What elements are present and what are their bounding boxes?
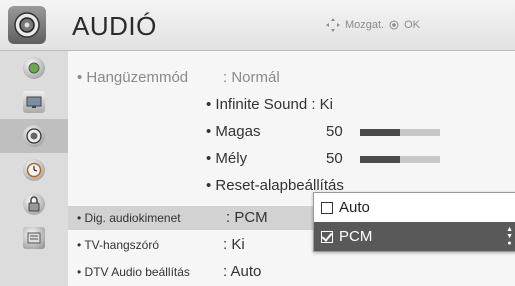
lock-icon <box>23 193 45 215</box>
ok-button-icon <box>389 20 399 30</box>
page-title: AUDIÓ <box>72 11 157 41</box>
treble-slider-fill <box>360 129 400 136</box>
treble-label: • Magas <box>206 123 261 140</box>
dtv-audio-label: • DTV Audio beállítás <box>77 265 190 279</box>
options-icon <box>23 227 45 249</box>
bass-slider[interactable] <box>360 156 440 163</box>
tv-menu: AUDIÓ Mozgat. OK • Hangüzemmód: Normál … <box>0 0 515 286</box>
digital-audio-out-value: : PCM <box>226 209 268 226</box>
dtv-audio-value: : Auto <box>223 263 262 280</box>
nav-item-lock[interactable] <box>0 187 68 221</box>
bass-value: 50 <box>326 150 343 167</box>
treble-value: 50 <box>326 123 343 140</box>
digital-audio-dropdown[interactable]: Auto PCM ▲ ▼ ● <box>313 192 515 252</box>
nav-item-time[interactable] <box>0 153 68 187</box>
dropdown-option-auto[interactable]: Auto <box>314 193 515 222</box>
updown-arrows-icon: ▲ ▼ ● <box>506 226 513 247</box>
audio-icon <box>23 125 45 147</box>
globe-icon <box>23 57 45 79</box>
bass-slider-fill <box>360 156 400 163</box>
tv-speaker-value: : Ki <box>223 236 245 253</box>
hint-ok-label: OK <box>404 19 420 31</box>
checkbox-icon <box>321 201 333 214</box>
option-pcm-label: PCM <box>339 228 373 245</box>
nav-item-audio[interactable] <box>0 119 68 153</box>
clock-icon <box>23 159 45 181</box>
sound-mode-label: • Hangüzemmód <box>77 69 189 86</box>
nav-item-options[interactable] <box>0 221 68 255</box>
nav-item-channels[interactable] <box>0 51 68 85</box>
checked-checkbox-icon <box>321 230 333 243</box>
category-sidebar <box>0 51 68 286</box>
treble-slider[interactable] <box>360 129 440 136</box>
tv-speaker-label: • TV-hangszóró <box>77 238 160 252</box>
menu-header: AUDIÓ Mozgat. OK <box>0 0 515 51</box>
option-auto-label: Auto <box>339 199 370 216</box>
hint-move-label: Mozgat. <box>344 19 385 31</box>
nav-hint: Mozgat. OK <box>325 18 420 32</box>
picture-icon <box>23 91 45 113</box>
dpad-icon <box>325 18 340 32</box>
menu-row-dtv-audio[interactable]: • DTV Audio beállítás : Auto <box>68 260 515 284</box>
digital-audio-out-label: • Dig. audiokimenet <box>77 211 181 225</box>
dropdown-option-pcm[interactable]: PCM ▲ ▼ ● <box>314 222 515 251</box>
sound-mode-value: : Normál <box>223 69 280 86</box>
infinite-sound-label: • Infinite Sound : Ki <box>206 96 333 113</box>
nav-item-picture[interactable] <box>0 85 68 119</box>
bass-label: • Mély <box>206 150 248 167</box>
speaker-icon <box>8 6 46 44</box>
